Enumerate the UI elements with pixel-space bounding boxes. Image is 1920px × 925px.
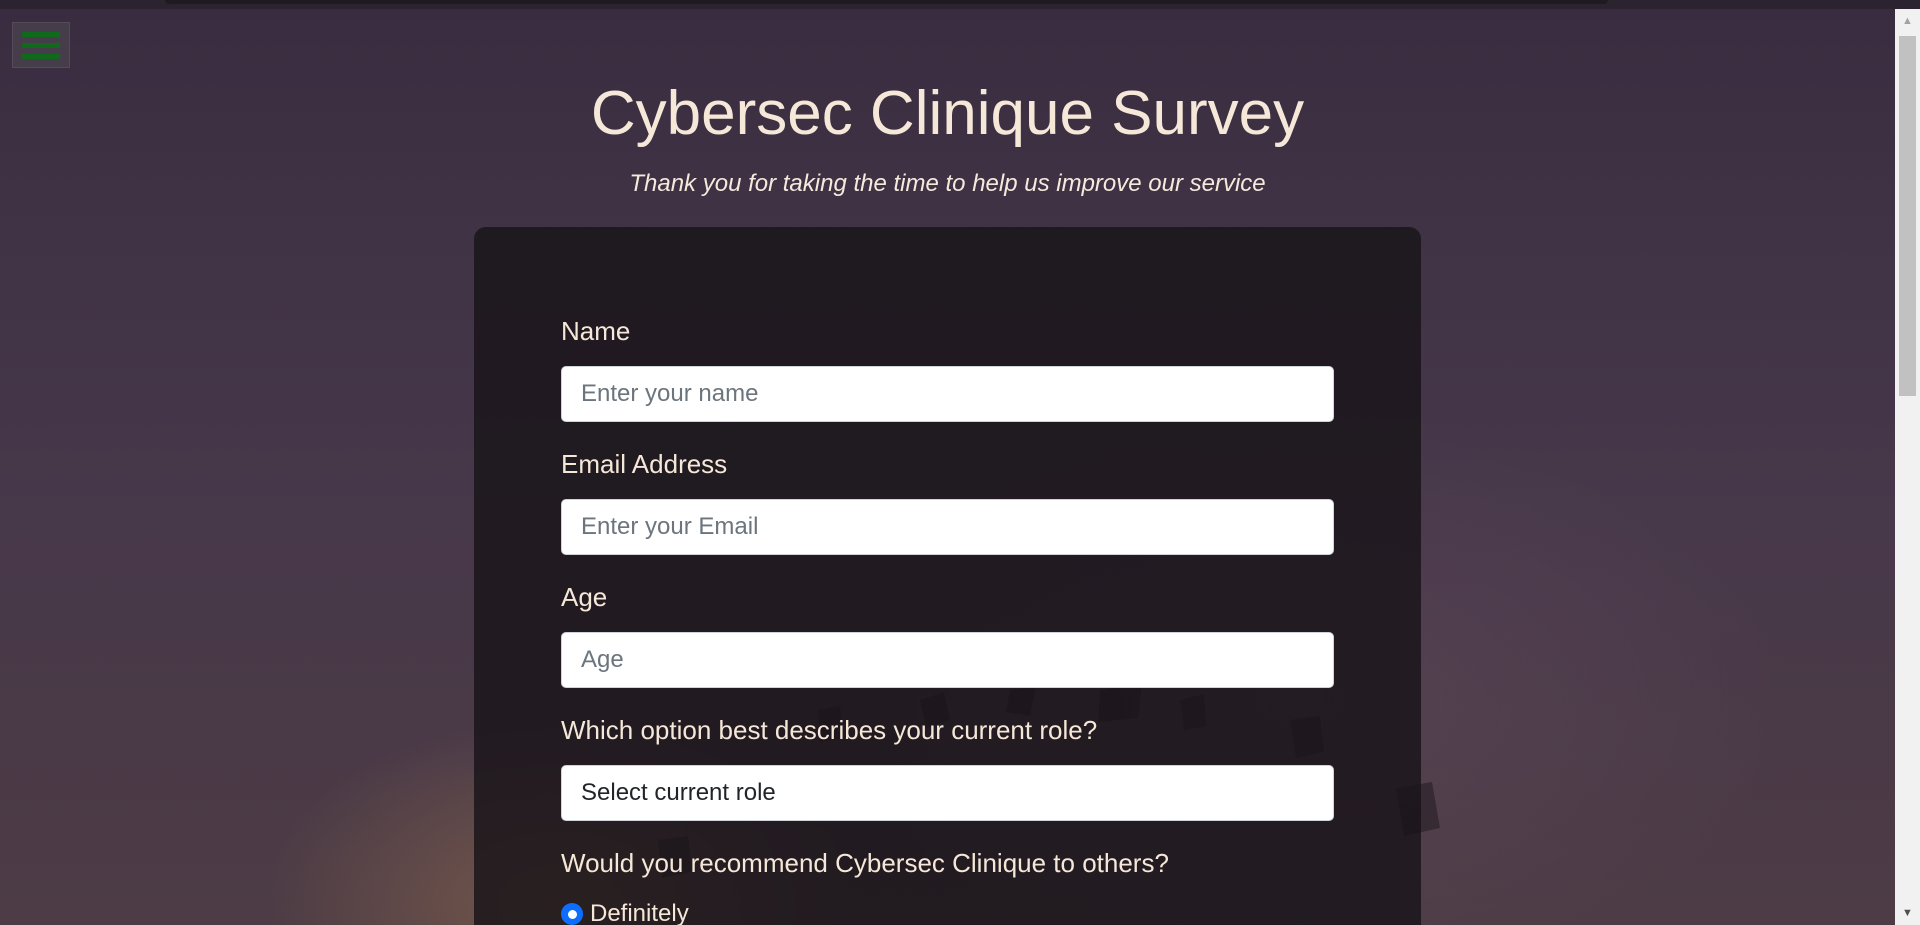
radio-label-definitely: Definitely [590, 900, 689, 925]
browser-top-edge [0, 0, 1920, 9]
menu-bar-3 [22, 53, 60, 59]
radio-option-definitely[interactable]: Definitely [561, 900, 689, 925]
role-select-value: Select current role [581, 779, 776, 806]
name-input[interactable] [561, 366, 1334, 422]
age-label: Age [561, 582, 608, 612]
page-subtitle: Thank you for taking the time to help us… [629, 170, 1266, 197]
scroll-down-arrow-icon[interactable]: ▼ [1895, 901, 1920, 925]
menu-bar-1 [22, 31, 60, 37]
radio-button-checked[interactable] [561, 903, 583, 925]
menu-bar-2 [22, 42, 60, 48]
name-label: Name [561, 316, 631, 346]
role-label: Which option best describes your current… [561, 715, 1098, 745]
recommend-label: Would you recommend Cybersec Clinique to… [561, 848, 1169, 878]
vertical-scrollbar[interactable]: ▲ ▼ [1895, 9, 1920, 925]
page-title: Cybersec Clinique Survey [590, 79, 1305, 148]
browser-top-pill [165, 0, 1608, 4]
scrollbar-thumb[interactable] [1899, 36, 1916, 396]
email-input[interactable] [561, 499, 1334, 555]
age-input[interactable] [561, 632, 1334, 688]
email-label: Email Address [561, 449, 728, 479]
scroll-up-arrow-icon[interactable]: ▲ [1895, 9, 1920, 33]
role-select[interactable]: Select current role [561, 765, 1334, 821]
hamburger-menu-button[interactable] [12, 22, 70, 68]
radio-dot [567, 909, 577, 919]
